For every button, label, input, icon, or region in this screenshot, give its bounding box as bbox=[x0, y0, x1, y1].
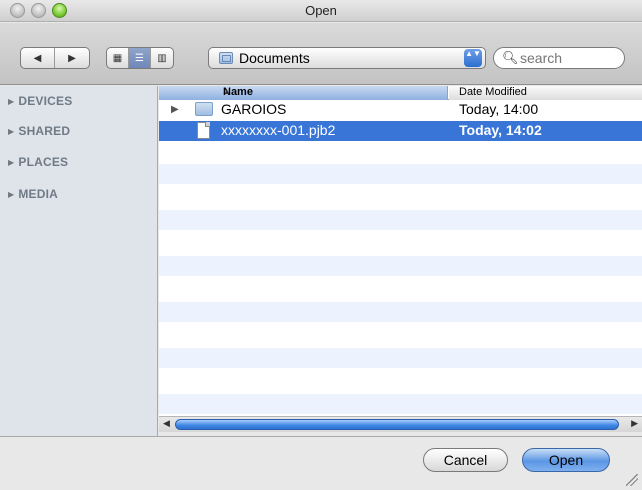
column-view-icon[interactable]: ▥ bbox=[151, 48, 173, 68]
popup-stepper-icon[interactable]: ▲▼ bbox=[464, 49, 482, 67]
title-bar[interactable]: Open bbox=[0, 0, 642, 22]
button-bar: Cancel Open bbox=[0, 436, 642, 490]
back-arrow-icon[interactable]: ◀ bbox=[21, 48, 55, 68]
empty-row bbox=[159, 325, 642, 345]
sidebar-section-label: SHARED bbox=[18, 124, 71, 138]
disclosure-triangle-icon[interactable]: ▶ bbox=[171, 104, 179, 115]
list-row-selected-file[interactable]: xxxxxxxx-001.pjb2 Today, 14:02 bbox=[159, 121, 642, 141]
date-column-header[interactable]: Date Modified bbox=[449, 86, 642, 100]
resize-grip-icon[interactable] bbox=[626, 474, 638, 486]
sidebar-section-label: DEVICES bbox=[18, 94, 73, 108]
document-icon bbox=[197, 122, 210, 139]
file-list: Name ▲ Date Modified ▶ GAROIOS Today, 14… bbox=[159, 86, 642, 416]
empty-row bbox=[159, 141, 642, 161]
sidebar-section-places[interactable]: ▶ PLACES bbox=[8, 155, 68, 169]
scroll-left-icon[interactable]: ◀ bbox=[163, 418, 170, 429]
file-date: Today, 14:00 bbox=[459, 101, 539, 117]
folder-icon bbox=[195, 102, 213, 116]
empty-row bbox=[159, 164, 642, 184]
scroll-right-icon[interactable]: ▶ bbox=[631, 418, 638, 429]
empty-row bbox=[159, 348, 642, 368]
sidebar-section-label: PLACES bbox=[18, 155, 69, 169]
disclosure-triangle-icon: ▶ bbox=[8, 127, 15, 136]
location-popup[interactable]: Documents ▲▼ bbox=[208, 47, 486, 69]
nav-segmented-control: ◀ ▶ bbox=[20, 47, 90, 69]
icon-view-icon[interactable]: ▦ bbox=[107, 48, 129, 68]
empty-row bbox=[159, 187, 642, 207]
view-mode-control: ▦ ☰ ▥ bbox=[106, 47, 174, 69]
sidebar-section-media[interactable]: ▶ MEDIA bbox=[8, 187, 58, 201]
folder-icon bbox=[219, 52, 233, 64]
disclosure-triangle-icon: ▶ bbox=[8, 158, 15, 167]
disclosure-triangle-icon: ▶ bbox=[8, 97, 15, 106]
sidebar-section-label: MEDIA bbox=[18, 187, 59, 201]
open-button[interactable]: Open bbox=[522, 448, 610, 472]
list-view-icon[interactable]: ☰ bbox=[129, 48, 151, 68]
horizontal-scrollbar[interactable]: ◀ ▶ bbox=[159, 416, 642, 432]
location-label: Documents bbox=[239, 50, 310, 66]
file-name: GAROIOS bbox=[221, 101, 287, 117]
empty-row bbox=[159, 210, 642, 230]
empty-row bbox=[159, 371, 642, 391]
file-name: xxxxxxxx-001.pjb2 bbox=[221, 122, 336, 138]
empty-row bbox=[159, 302, 642, 322]
empty-row bbox=[159, 279, 642, 299]
list-header: Name ▲ Date Modified bbox=[159, 86, 642, 100]
forward-arrow-icon[interactable]: ▶ bbox=[55, 48, 89, 68]
date-column-label: Date Modified bbox=[459, 86, 527, 98]
window-title: Open bbox=[305, 3, 337, 18]
search-icon: 🔍︎ bbox=[502, 50, 519, 65]
sidebar: ▶ DEVICES ▶ SHARED ▶ PLACES ▶ MEDIA bbox=[0, 86, 158, 436]
search-input[interactable] bbox=[520, 50, 616, 66]
empty-row bbox=[159, 394, 642, 414]
sidebar-section-devices[interactable]: ▶ DEVICES bbox=[8, 94, 72, 108]
open-dialog: Open ◀ ▶ ▦ ☰ ▥ Documents ▲▼ 🔍︎ ▶DEVICES … bbox=[0, 0, 642, 490]
empty-row bbox=[159, 256, 642, 276]
toolbar: ◀ ▶ ▦ ☰ ▥ Documents ▲▼ 🔍︎ bbox=[0, 23, 642, 85]
cancel-button[interactable]: Cancel bbox=[423, 448, 508, 472]
search-field[interactable]: 🔍︎ bbox=[493, 47, 625, 69]
file-date: Today, 14:02 bbox=[459, 122, 542, 138]
name-column-header[interactable]: Name ▲ bbox=[159, 86, 448, 100]
empty-row bbox=[159, 233, 642, 253]
scrollbar-thumb[interactable] bbox=[175, 419, 619, 430]
sidebar-section-shared[interactable]: ▶ SHARED bbox=[8, 124, 70, 138]
list-row-garoios[interactable]: ▶ GAROIOS Today, 14:00 bbox=[159, 100, 642, 120]
sort-ascending-icon: ▲ bbox=[223, 87, 231, 96]
disclosure-triangle-icon: ▶ bbox=[8, 190, 15, 199]
